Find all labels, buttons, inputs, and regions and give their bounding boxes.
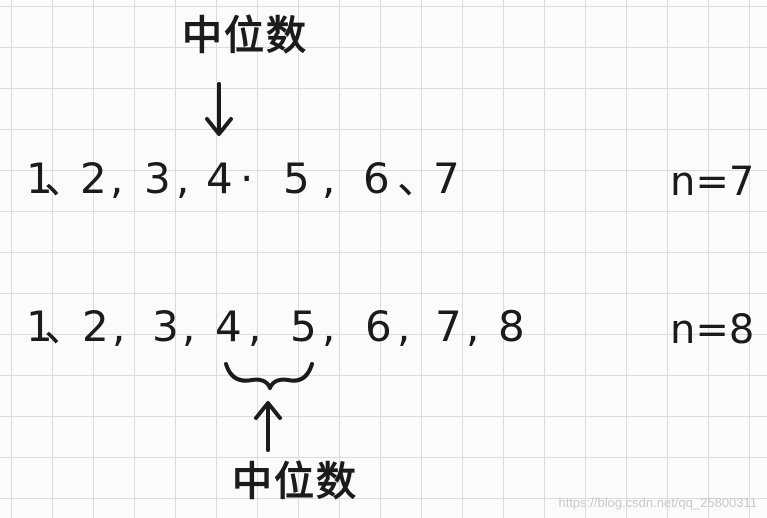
seq-even-item: 7 [435,302,462,351]
curly-brace [224,362,314,390]
seq-even-item: 8 [498,302,525,351]
n-label-odd: n=7 [670,159,755,205]
seq-odd-item: 6 [363,154,390,203]
seq-even-sep: , [397,302,411,351]
seq-odd-item: 7 [433,154,460,203]
down-arrow [205,82,233,136]
seq-even-sep: , [112,302,126,351]
seq-odd-item: 2 [80,154,107,203]
seq-even-item: 4 [215,302,242,351]
seq-even-item: 3 [152,302,179,351]
seq-odd-sep: , [110,154,124,203]
seq-odd-sep: · [240,154,254,203]
seq-even-sep: , [322,302,336,351]
watermark: https://blog.csdn.net/qq_25800311 [558,495,757,510]
seq-odd-item: 5 [283,154,310,203]
grid-paper-canvas: 中位数 1 、 2 , 3 , 4 · 5 , 6 、 7 n=7 1 、 2 … [0,0,767,518]
sequence-even: 1 、 2 , 3 , 4 , 5 , 6 , 7 , 8 [0,306,767,356]
seq-even-sep: , [248,302,262,351]
up-arrow [254,401,282,452]
seq-odd-sep: , [322,154,336,203]
median-label-bottom: 中位数 [232,459,358,505]
seq-odd-item: 3 [144,154,171,203]
seq-even-sep: , [466,302,480,351]
annotation-marks [205,82,314,452]
n-label-even: n=8 [670,307,755,353]
seq-even-item: 2 [82,302,109,351]
seq-even-sep: , [182,302,196,351]
seq-even-item: 6 [365,302,392,351]
sequence-odd: 1 、 2 , 3 , 4 · 5 , 6 、 7 [0,158,767,208]
seq-odd-sep: , [176,154,190,203]
seq-even-item: 5 [290,302,317,351]
seq-odd-item: 4 [206,154,233,203]
seq-even-sep: 、 [44,302,87,351]
